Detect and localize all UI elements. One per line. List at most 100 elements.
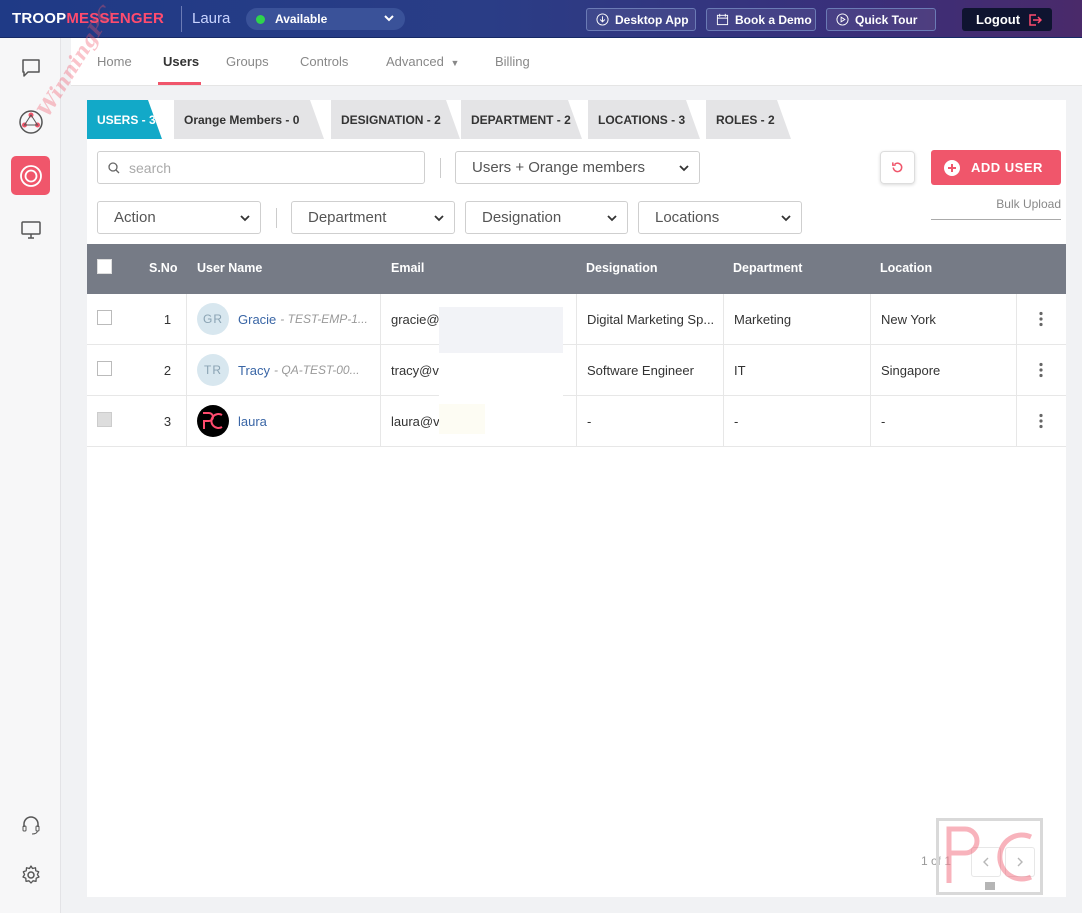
user-name-link[interactable]: Tracy: [238, 363, 270, 378]
nav-groups[interactable]: Groups: [226, 54, 269, 69]
column-email: Email: [391, 261, 425, 275]
designation-cell: Digital Marketing Sp...: [576, 294, 723, 344]
top-bar: TROOPMESSENGER Laura Available Desktop A…: [0, 0, 1082, 38]
tab-roles[interactable]: ROLES - 2: [706, 100, 791, 139]
department-cell: Marketing: [723, 294, 870, 344]
member-type-select[interactable]: Users + Orange members: [455, 151, 700, 184]
kebab-menu-icon[interactable]: [1038, 362, 1044, 378]
column-location: Location: [880, 261, 933, 275]
users-panel: USERS - 3 Orange Members - 0 DESIGNATION…: [87, 100, 1066, 897]
status-dot-icon: [256, 14, 265, 24]
nav-billing[interactable]: Billing: [495, 54, 530, 69]
play-circle-icon: [836, 13, 849, 26]
bulk-upload-underline: [931, 219, 1061, 220]
add-user-button[interactable]: ADD USER: [931, 150, 1061, 185]
locations-select[interactable]: Locations: [638, 201, 802, 234]
logout-label: Logout: [976, 12, 1021, 27]
calendar-icon: [716, 13, 729, 26]
location-cell: New York: [870, 294, 1016, 344]
location-cell: -: [870, 396, 1016, 446]
logout-button[interactable]: Logout: [962, 8, 1052, 31]
row-checkbox[interactable]: [97, 310, 112, 325]
search-input[interactable]: search: [97, 151, 425, 184]
designation-cell: Software Engineer: [576, 345, 723, 395]
department-cell: -: [723, 396, 870, 446]
table-header: S.No User Name Email Designation Departm…: [87, 244, 1066, 294]
designation-select[interactable]: Designation: [465, 201, 628, 234]
kebab-menu-icon[interactable]: [1038, 413, 1044, 429]
location-cell: Singapore: [870, 345, 1016, 395]
refresh-button[interactable]: [880, 151, 915, 184]
redacted-region: [439, 404, 485, 434]
nav-controls[interactable]: Controls: [300, 54, 348, 69]
download-icon: [596, 13, 609, 26]
chevron-down-icon: [607, 215, 617, 222]
redacted-region: [439, 358, 563, 400]
nav-advanced[interactable]: Advanced ▼: [386, 54, 459, 69]
divider: [276, 208, 277, 228]
refresh-icon: [892, 162, 903, 173]
user-name-link[interactable]: laura: [238, 414, 267, 429]
status-dropdown[interactable]: Available: [246, 8, 405, 30]
designation-value: Designation: [482, 209, 562, 226]
desktop-app-label: Desktop App: [615, 12, 689, 27]
avatar: GR: [197, 303, 229, 335]
avatar-logo-icon: [203, 412, 223, 429]
status-label: Available: [275, 12, 328, 26]
book-demo-label: Book a Demo: [735, 12, 812, 27]
nav-home[interactable]: Home: [97, 54, 132, 69]
book-demo-button[interactable]: Book a Demo: [706, 8, 816, 31]
search-placeholder: search: [129, 159, 172, 176]
tab-users[interactable]: USERS - 3: [87, 100, 162, 139]
row-checkbox: [97, 412, 112, 427]
nav-users[interactable]: Users: [163, 54, 199, 69]
desktop-app-button[interactable]: Desktop App: [586, 8, 696, 31]
user-code: - QA-TEST-00...: [274, 363, 360, 377]
current-username: Laura: [192, 10, 231, 27]
table-row[interactable]: 2 TR Tracy - QA-TEST-00... tracy@v Softw…: [87, 345, 1066, 396]
select-all-checkbox[interactable]: [97, 259, 112, 274]
quick-tour-label: Quick Tour: [855, 12, 918, 27]
chevron-down-icon: [384, 15, 394, 22]
tab-locations[interactable]: LOCATIONS - 3: [588, 100, 700, 139]
search-icon: [108, 161, 120, 173]
tab-orange-members[interactable]: Orange Members - 0: [174, 100, 324, 139]
row-sno: 3: [163, 413, 172, 429]
avatar: [197, 405, 229, 437]
chat-icon[interactable]: [11, 48, 50, 87]
quick-tour-button[interactable]: Quick Tour: [826, 8, 936, 31]
top-nav: Home Users Groups Controls Advanced ▼ Bi…: [71, 38, 1082, 86]
settings-icon[interactable]: [11, 855, 50, 894]
tab-department[interactable]: DEPARTMENT - 2: [461, 100, 582, 139]
main-area: Home Users Groups Controls Advanced ▼ Bi…: [71, 38, 1082, 913]
monitor-icon[interactable]: [11, 210, 50, 249]
department-cell: IT: [723, 345, 870, 395]
user-cell: GR Gracie - TEST-EMP-1...: [186, 294, 380, 344]
nav-advanced-label: Advanced: [386, 54, 444, 69]
chevron-down-icon: [679, 165, 689, 172]
column-user-name: User Name: [197, 261, 263, 275]
row-checkbox[interactable]: [97, 361, 112, 376]
chevron-down-icon: [781, 215, 791, 222]
user-cell: laura: [186, 396, 380, 446]
nav-active-underline: [158, 82, 201, 85]
table-row[interactable]: 1 GR Gracie - TEST-EMP-1... gracie@v Dig…: [87, 294, 1066, 345]
department-select[interactable]: Department: [291, 201, 455, 234]
chevron-down-icon: [240, 215, 250, 222]
action-value: Action: [114, 209, 156, 226]
table-row[interactable]: 3 laura laura@v - - -: [87, 396, 1066, 447]
user-name-link[interactable]: Gracie: [238, 312, 276, 327]
orbit-icon[interactable]: [11, 156, 50, 195]
headset-icon[interactable]: [11, 805, 50, 844]
tab-designation[interactable]: DESIGNATION - 2: [331, 100, 460, 139]
column-department: Department: [733, 261, 803, 275]
row-sno: 2: [163, 362, 172, 378]
caret-down-icon: ▼: [450, 58, 460, 68]
kebab-menu-icon[interactable]: [1038, 311, 1044, 327]
locations-value: Locations: [655, 209, 720, 226]
department-value: Department: [308, 209, 387, 226]
user-cell: TR Tracy - QA-TEST-00...: [186, 345, 380, 395]
action-select[interactable]: Action: [97, 201, 261, 234]
bulk-upload-link[interactable]: Bulk Upload: [931, 197, 1061, 211]
row-sno: 1: [163, 311, 172, 327]
